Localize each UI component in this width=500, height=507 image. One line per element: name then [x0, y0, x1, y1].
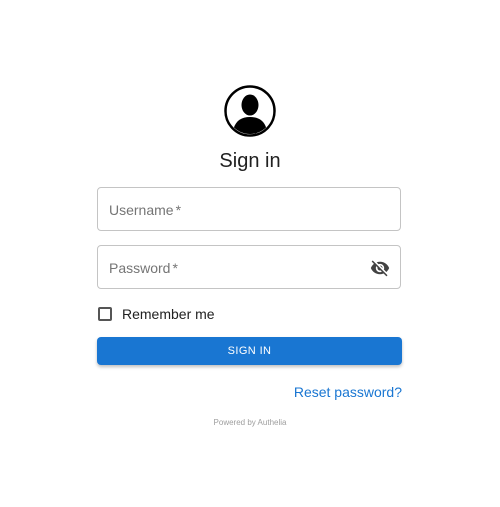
password-field[interactable]: Password *: [97, 245, 401, 289]
user-avatar-icon: [224, 85, 276, 137]
remember-me-row[interactable]: Remember me: [97, 304, 215, 324]
username-input[interactable]: [98, 188, 400, 230]
sign-in-button[interactable]: SIGN IN: [97, 337, 402, 365]
page-title: Sign in: [219, 150, 281, 172]
password-input[interactable]: [98, 246, 400, 288]
powered-by-footer: Powered by Authelia: [213, 418, 287, 427]
login-page: Sign in Username * Password * Remember me …: [0, 0, 500, 507]
remember-me-label[interactable]: Remember me: [122, 306, 215, 322]
eye-off-icon[interactable]: [370, 258, 390, 278]
remember-me-checkbox[interactable]: [98, 307, 112, 321]
reset-password-link[interactable]: Reset password?: [294, 384, 402, 400]
username-field[interactable]: Username *: [97, 187, 401, 231]
